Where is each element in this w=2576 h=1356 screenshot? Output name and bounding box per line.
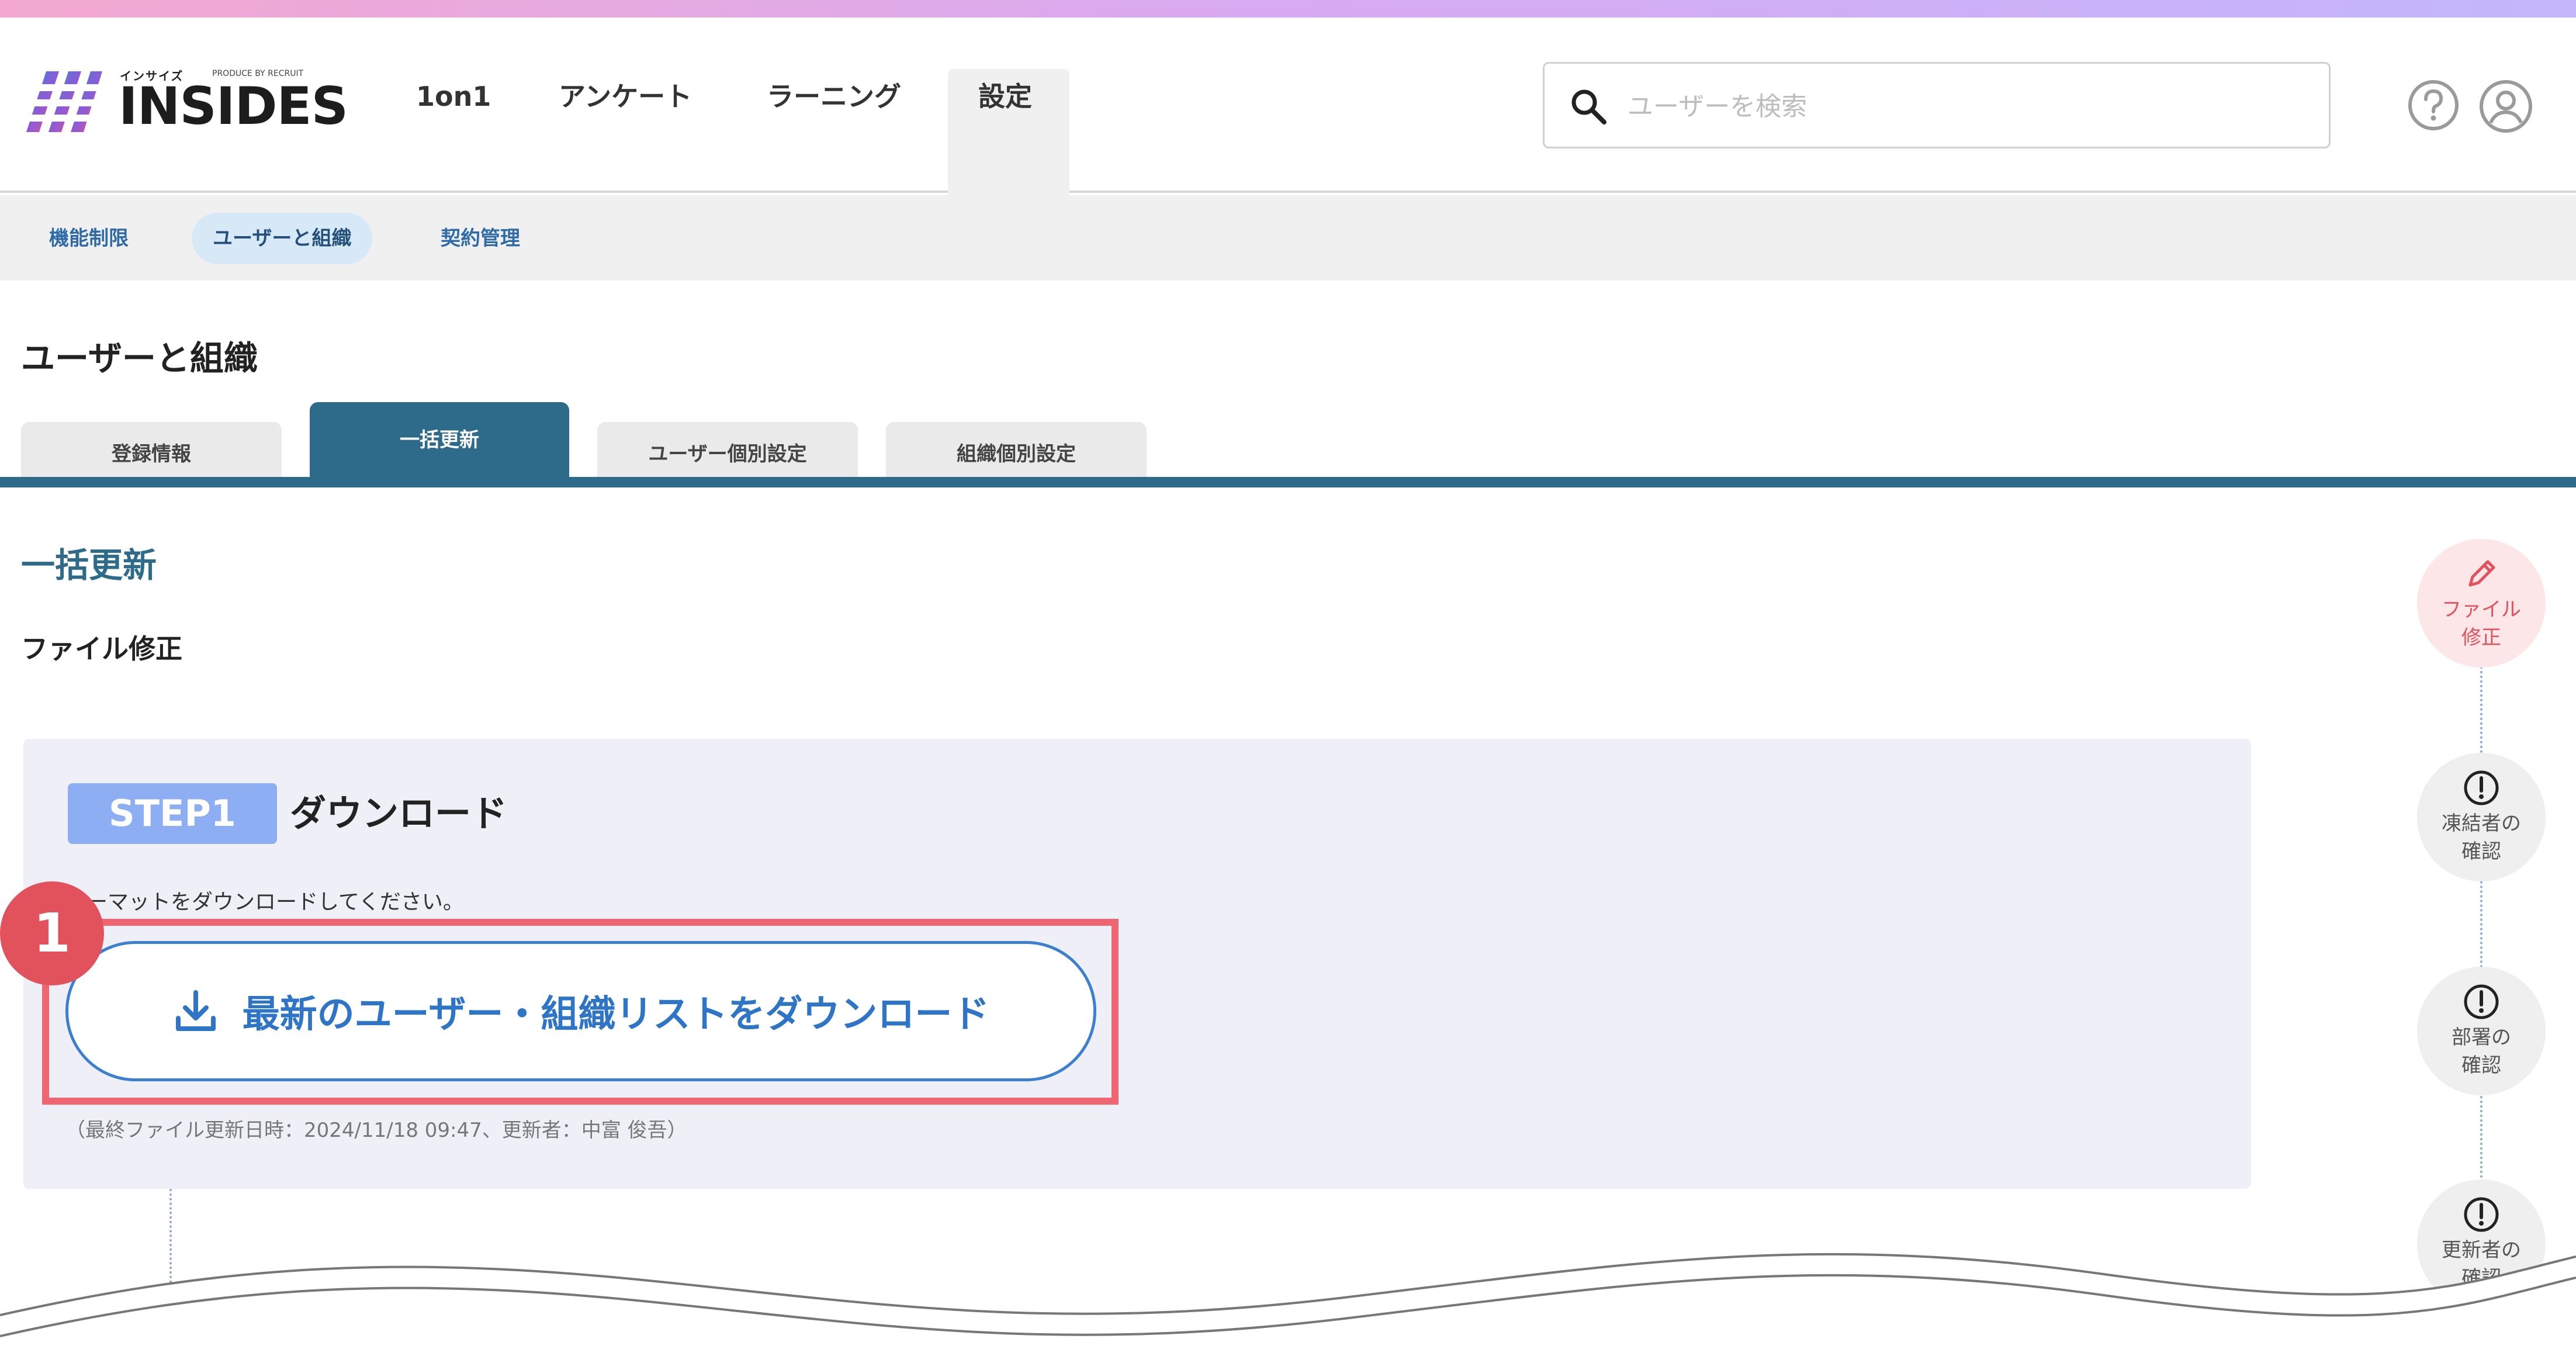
alert-icon (2464, 984, 2499, 1019)
logo-mark-icon (26, 71, 102, 132)
logo[interactable]: インサイズ PRODUCE BY RECRUIT INSIDES (26, 64, 348, 140)
subnav-users-and-organizations[interactable]: ユーザーと組織 (192, 213, 373, 264)
section-title: 一括更新 (21, 545, 157, 585)
annotation-marker: 1 (0, 881, 104, 985)
tab-user-settings[interactable]: ユーザー個別設定 (597, 422, 858, 477)
step1-title: ダウンロード (290, 792, 508, 835)
stepper-label: ファイル 修正 (2442, 598, 2521, 649)
nav-item-survey[interactable]: アンケート (559, 70, 692, 123)
tab-bulk-update[interactable]: 一括更新 (310, 402, 569, 477)
annotation-highlight-box (42, 919, 1119, 1105)
stepper-label: 凍結者の 確認 (2442, 812, 2521, 863)
logo-text: INSIDES (119, 76, 348, 136)
nav-item-settings[interactable]: 設定 (978, 70, 1032, 123)
step1-description: ォーマットをダウンロードしてください。 (65, 890, 464, 914)
subsection-title: ファイル修正 (21, 633, 182, 665)
page-title: ユーザーと組織 (21, 338, 258, 378)
last-updated-text: （最終ファイル更新日時：2024/11/18 09:47、更新者：中富 俊吾） (65, 1119, 687, 1142)
search-input[interactable] (1626, 79, 2301, 134)
stepper-label: 部署の 確認 (2452, 1026, 2511, 1077)
pencil-icon (2468, 560, 2495, 587)
nav-item-1on1[interactable]: 1on1 (416, 70, 491, 123)
subnav-feature-restriction[interactable]: 機能制限 (28, 213, 150, 264)
sub-navigation (0, 195, 2576, 281)
search-icon (1571, 89, 1606, 124)
tab-registration-info[interactable]: 登録情報 (21, 422, 282, 477)
alert-icon (2464, 770, 2499, 805)
help-icon[interactable] (2407, 78, 2460, 132)
user-icon[interactable] (2478, 78, 2534, 134)
wavy-cutoff-edge (0, 1253, 2576, 1356)
stepper-item-department-check[interactable]: 部署の 確認 (2417, 967, 2546, 1095)
user-search[interactable] (1543, 62, 2331, 148)
top-gradient-bar (0, 0, 2576, 18)
stepper-item-frozen-check[interactable]: 凍結者の 確認 (2417, 753, 2546, 881)
tab-organization-settings[interactable]: 組織個別設定 (886, 422, 1147, 477)
nav-item-learning[interactable]: ラーニング (767, 70, 901, 123)
step1-badge: STEP1 (68, 783, 277, 844)
stepper-item-file-edit[interactable]: ファイル 修正 (2417, 539, 2546, 667)
subnav-contract-management[interactable]: 契約管理 (420, 213, 541, 264)
tab-underline (0, 477, 2576, 487)
